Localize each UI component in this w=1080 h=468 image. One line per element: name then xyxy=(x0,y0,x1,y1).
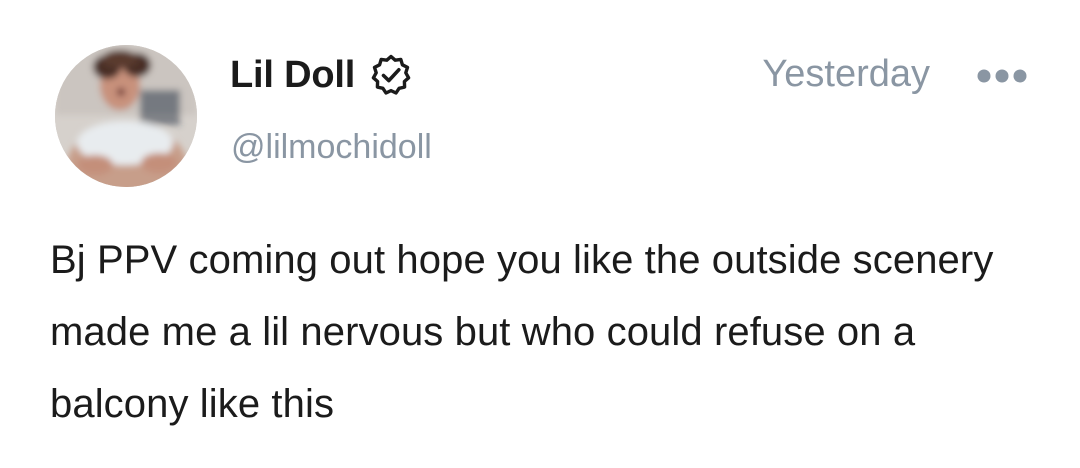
post-card: Lil Doll @lilmochidoll Yesterday Bj PPV … xyxy=(0,0,1080,468)
more-horizontal-icon xyxy=(977,69,1027,83)
post-timestamp: Yesterday xyxy=(762,53,930,95)
more-options-button[interactable] xyxy=(974,62,1030,90)
post-text: Bj PPV coming out hope you like the outs… xyxy=(50,238,994,426)
avatar[interactable] xyxy=(55,45,197,187)
author-handle[interactable]: @lilmochidoll xyxy=(231,125,432,169)
avatar-image xyxy=(55,45,197,187)
verified-badge-icon xyxy=(371,54,411,95)
author-name-row: Lil Doll xyxy=(230,50,413,100)
display-name[interactable]: Lil Doll xyxy=(230,50,355,100)
